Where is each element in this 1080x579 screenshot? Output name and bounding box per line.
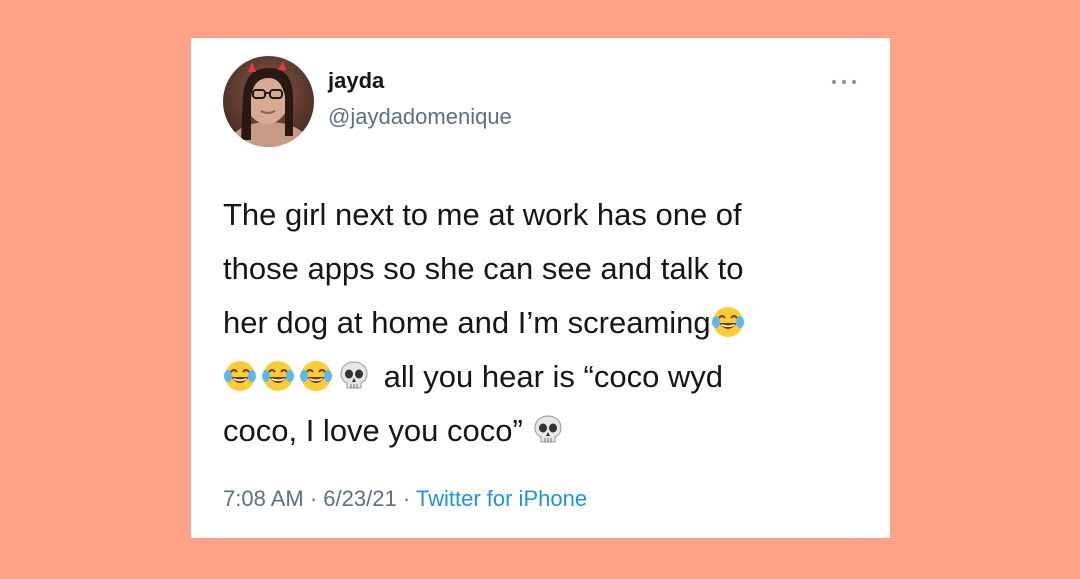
skull-icon	[531, 413, 565, 447]
ellipsis-icon	[831, 79, 857, 85]
author-name[interactable]: jayda	[328, 68, 384, 94]
tweet-time[interactable]: 7:08 AM	[223, 486, 304, 511]
tweet-line-4: all you hear is “coco wyd	[383, 359, 724, 394]
face-with-tears-of-joy-icon	[223, 359, 257, 393]
more-options-button[interactable]	[829, 74, 859, 90]
face-with-tears-of-joy-icon	[299, 359, 333, 393]
skull-icon	[337, 359, 371, 393]
tweet-line-3: her dog at home and I’m screaming	[223, 305, 711, 340]
tweet-meta: 7:08 AM · 6/23/21 · Twitter for iPhone	[223, 486, 587, 512]
tweet-line-5: coco, I love you coco”	[223, 413, 523, 448]
tweet-line-2: those apps so she can see and talk to	[223, 251, 744, 286]
meta-separator: ·	[309, 486, 318, 511]
tweet-card: jayda @jaydadomenique The girl next to m…	[191, 38, 890, 538]
face-with-tears-of-joy-icon	[261, 359, 295, 393]
face-with-tears-of-joy-icon	[711, 305, 745, 339]
author-handle[interactable]: @jaydadomenique	[328, 104, 512, 130]
tweet-source-link[interactable]: Twitter for iPhone	[416, 486, 587, 511]
avatar-image	[223, 56, 314, 147]
tweet-date[interactable]: 6/23/21	[323, 486, 396, 511]
avatar[interactable]	[223, 56, 314, 147]
tweet-line-1: The girl next to me at work has one of	[223, 197, 742, 232]
meta-separator: ·	[402, 486, 411, 511]
tweet-text: The girl next to me at work has one of th…	[223, 188, 863, 458]
